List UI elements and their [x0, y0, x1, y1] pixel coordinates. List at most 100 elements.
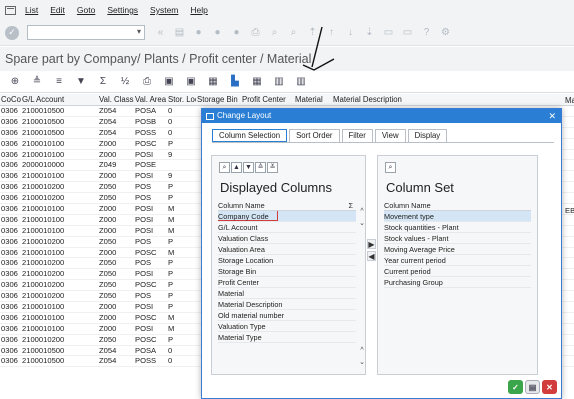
col-header-stor-loc[interactable]: Stor. Loc. — [167, 94, 196, 105]
menu-help[interactable]: Help — [190, 5, 207, 15]
table-cell: 9 — [168, 149, 173, 159]
move-up-icon[interactable]: ▲ — [231, 162, 242, 173]
next-page-icon[interactable]: ↓ — [344, 27, 357, 38]
confirm-button[interactable]: ✓ — [508, 380, 523, 394]
col-header-val-class[interactable]: Val. Class — [98, 94, 134, 105]
new-session-icon[interactable]: ▭ — [382, 27, 395, 38]
save-icon[interactable]: ▤ — [173, 27, 186, 38]
table-cell: POSI — [135, 323, 154, 333]
col-header-material-description[interactable]: Material Description — [332, 94, 432, 105]
tab-filter[interactable]: Filter — [341, 129, 373, 142]
col-header-gl-account[interactable]: G/L Account — [21, 94, 98, 105]
column-set-item[interactable]: Moving Average Price — [384, 244, 531, 255]
column-set-item[interactable]: Year current period — [384, 255, 531, 266]
chevron-down-icon[interactable]: ▾ — [137, 27, 141, 36]
displayed-column-item[interactable]: Material Description — [218, 299, 356, 310]
move-bottom-icon[interactable]: ≚ — [267, 162, 278, 173]
settings-icon[interactable]: ⚙ — [439, 27, 452, 38]
change-layout-dialog: Change Layout ✕ Column Selection Sort Or… — [201, 108, 562, 399]
back-icon[interactable]: ● — [192, 27, 205, 38]
shortcut-icon[interactable]: ▭ — [401, 27, 414, 38]
close-icon[interactable]: ✕ — [548, 109, 556, 123]
menu-settings[interactable]: Settings — [107, 5, 138, 15]
column-set-item[interactable]: Purchasing Group — [384, 277, 531, 288]
menu-list[interactable]: List — [25, 5, 38, 15]
sort-descending-icon[interactable]: ≡ — [51, 75, 67, 89]
graphic-icon[interactable]: ▦ — [205, 75, 221, 89]
left-scrollbar[interactable]: ^ ⌄ ^ ⌄ — [358, 208, 366, 369]
displayed-column-item[interactable]: Material — [218, 288, 356, 299]
sum-icon[interactable]: Σ — [95, 75, 111, 89]
find-next-icon[interactable]: ⌕ — [287, 27, 300, 38]
window-menu-icon[interactable] — [5, 5, 16, 15]
exit-icon[interactable]: ● — [211, 27, 224, 38]
displayed-column-item[interactable]: Storage Bin — [218, 266, 356, 277]
details-icon[interactable]: ⊕ — [7, 75, 23, 89]
column-set-item[interactable]: Current period — [384, 266, 531, 277]
export-icon[interactable]: ▣ — [161, 75, 177, 89]
subtotal-icon[interactable]: ½ — [117, 75, 133, 89]
scroll-down-icon[interactable]: ⌄ — [358, 358, 366, 369]
displayed-column-item[interactable]: Material Type — [218, 332, 356, 343]
column-set-item[interactable]: Movement type — [384, 211, 531, 222]
select-layout-icon[interactable]: ▥ — [271, 75, 287, 89]
col-header-val-area[interactable]: Val. Area — [134, 94, 167, 105]
displayed-column-item[interactable]: Old material number — [218, 310, 356, 321]
column-item-label: Movement type — [384, 212, 434, 221]
col-header-cocode[interactable]: CoCode — [0, 94, 21, 105]
help-icon[interactable]: ? — [420, 27, 433, 38]
tab-view[interactable]: View — [374, 129, 406, 142]
column-item-label: Moving Average Price — [384, 245, 455, 254]
displayed-column-item[interactable]: Company Code — [218, 211, 356, 222]
table-cell: 9 — [168, 171, 173, 181]
chart-icon[interactable]: ▙ — [227, 75, 243, 89]
find-icon[interactable]: ⌕ — [219, 162, 230, 173]
menu-goto[interactable]: Goto — [77, 5, 95, 15]
table-cell: Z000 — [99, 171, 117, 181]
column-item-label: G/L Account — [218, 223, 258, 232]
change-layout-icon[interactable]: ▦ — [249, 75, 265, 89]
move-down-icon[interactable]: ▼ — [243, 162, 254, 173]
filter-icon[interactable]: ▼ — [73, 75, 89, 89]
scroll-down-icon[interactable]: ⌄ — [358, 219, 366, 230]
displayed-column-item[interactable]: G/L Account — [218, 222, 356, 233]
table-cell: 0306 — [1, 280, 18, 290]
find-icon[interactable]: ⌕ — [268, 27, 281, 38]
move-top-icon[interactable]: ≙ — [255, 162, 266, 173]
last-page-icon[interactable]: ⇣ — [363, 27, 376, 38]
tab-sort-order[interactable]: Sort Order — [289, 129, 340, 142]
cancel-button[interactable]: ✕ — [542, 380, 557, 394]
menu-system[interactable]: System — [150, 5, 178, 15]
column-set-item[interactable]: Stock values - Plant — [384, 233, 531, 244]
table-cell: 0306 — [1, 258, 18, 268]
displayed-column-item[interactable]: Profit Center — [218, 277, 356, 288]
scroll-up-icon[interactable]: ^ — [358, 208, 366, 219]
displayed-column-item[interactable]: Valuation Area — [218, 244, 356, 255]
move-left-icon[interactable]: ◀ — [367, 251, 376, 261]
send-icon[interactable]: ▣ — [183, 75, 199, 89]
displayed-column-item[interactable]: Storage Location — [218, 255, 356, 266]
menu-edit[interactable]: Edit — [50, 5, 65, 15]
col-header-material[interactable]: Material — [294, 94, 332, 105]
right-column-header: Column Name — [384, 200, 531, 211]
displayed-column-item[interactable]: Valuation Class — [218, 233, 356, 244]
col-header-profit-center[interactable]: Profit Center — [241, 94, 294, 105]
print-preview-icon[interactable]: ⎙ — [139, 75, 155, 89]
sort-ascending-icon[interactable]: ≜ — [29, 75, 45, 89]
enter-button[interactable]: ✓ — [5, 25, 19, 40]
save-layout-icon[interactable]: ▥ — [293, 75, 309, 89]
table-cell: Z050 — [99, 334, 117, 344]
print-icon[interactable]: ⎙ — [249, 27, 262, 38]
save-button[interactable]: ▤ — [525, 380, 540, 394]
cancel-icon[interactable]: ● — [230, 27, 243, 38]
scroll-up-icon[interactable]: ^ — [358, 347, 366, 358]
displayed-column-item[interactable]: Valuation Type — [218, 321, 356, 332]
tab-column-selection[interactable]: Column Selection — [212, 129, 288, 142]
back-arrows-icon[interactable]: « — [154, 27, 167, 38]
find-icon[interactable]: ⌕ — [385, 162, 396, 173]
col-header-storage-bin[interactable]: Storage Bin — [196, 94, 241, 105]
column-set-item[interactable]: Stock quantities - Plant — [384, 222, 531, 233]
tab-display[interactable]: Display — [407, 129, 448, 142]
command-field[interactable]: ▾ — [27, 25, 145, 40]
move-right-icon[interactable]: ▶ — [367, 239, 376, 249]
